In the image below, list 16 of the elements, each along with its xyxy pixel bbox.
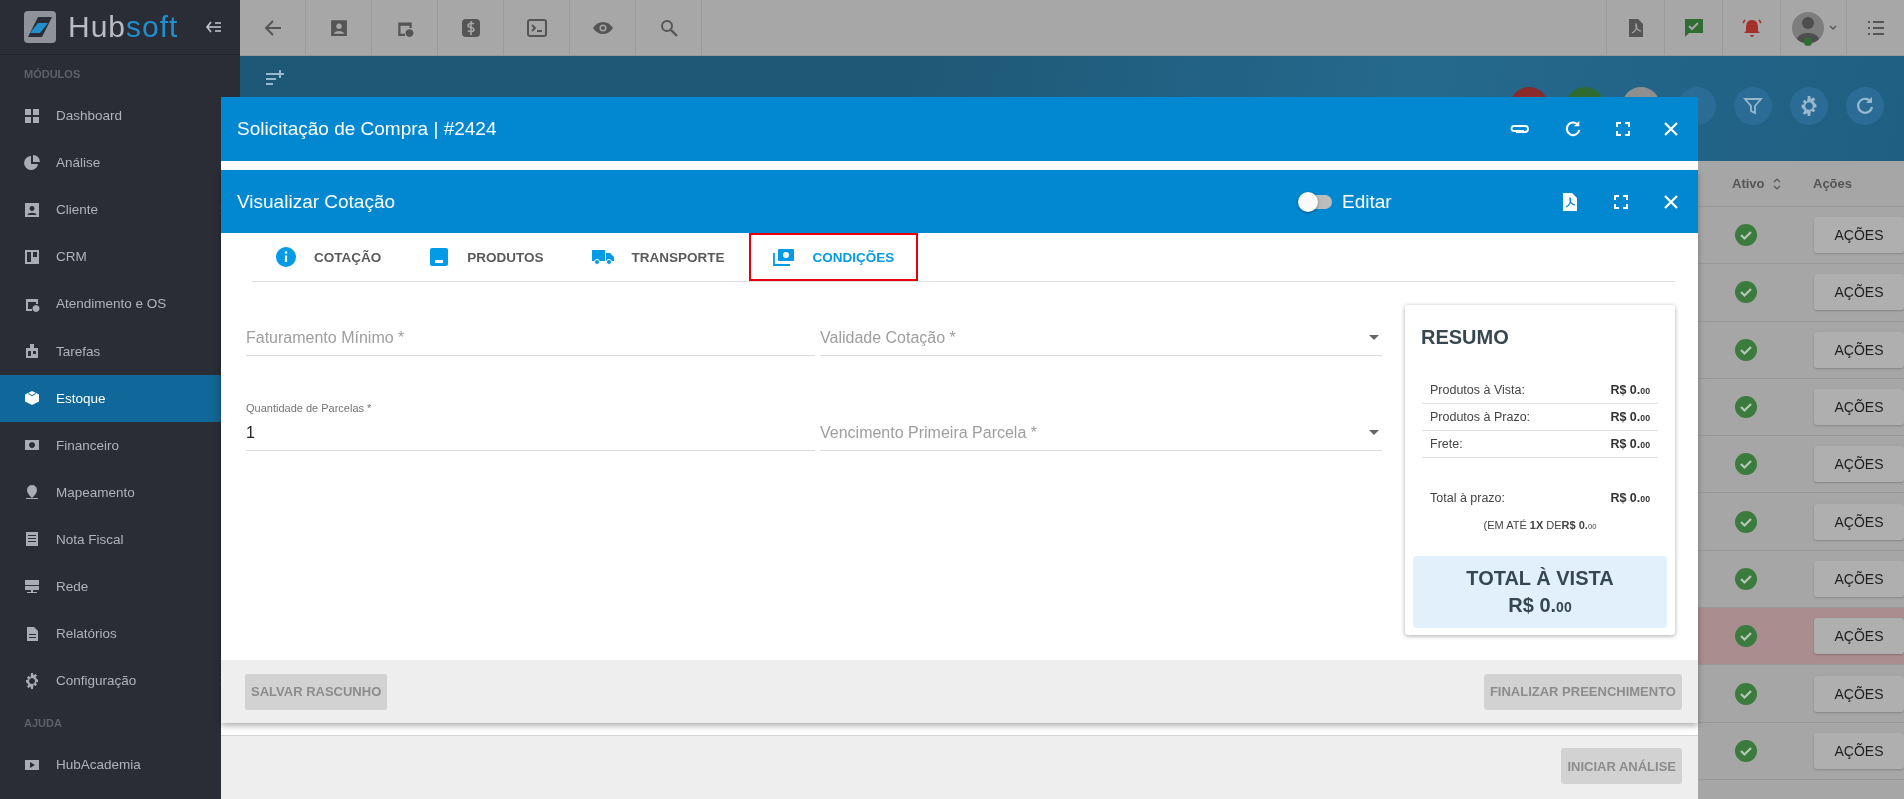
field-label: Quantidade de Parcelas * [246, 401, 372, 416]
cash-total-label: TOTAL À VISTA [1466, 567, 1614, 590]
field-label: Validade Cotação * [820, 328, 956, 348]
summary-label: Produtos à Prazo: [1430, 410, 1531, 424]
logo: Hubsoft [24, 10, 179, 44]
toggle-label: Editar [1342, 190, 1392, 213]
modal-title: Solicitação de Compra | #2424 [237, 118, 497, 140]
summary-label: Produtos à Vista: [1430, 383, 1525, 397]
field-label: Vencimento Primeira Parcela * [820, 423, 1037, 443]
summary-label: Total à prazo: [1430, 491, 1506, 505]
field-value: 1 [246, 423, 255, 443]
dialog-title: Visualizar Cotação [237, 190, 396, 213]
summary-label: Frete: [1430, 437, 1463, 451]
installments-note: (EM ATÉ 1X DER$ 0.$_{00}$ [1482, 518, 1598, 533]
field-label: Faturamento Mínimo * [246, 328, 405, 348]
summary-title: RESUMO [1421, 325, 1510, 349]
